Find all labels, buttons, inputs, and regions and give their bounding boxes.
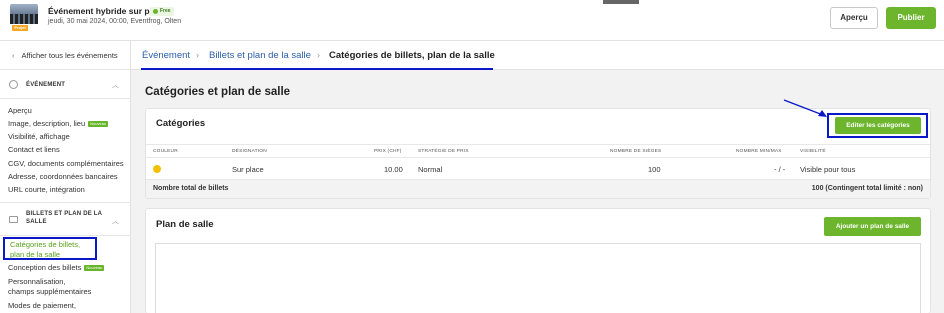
top-marker [603,0,639,4]
seating-plan-canvas[interactable] [155,243,921,313]
sidebar-item-visibility[interactable]: Visibilité, affichage [8,132,70,142]
sidebar-item-short-url[interactable]: URL courte, intégration [8,185,85,195]
event-title: Événement hybride sur place [48,6,167,16]
publish-button[interactable]: Publier [886,7,936,29]
back-to-events-link[interactable]: ‹ Afficher tous les événements [12,51,118,60]
free-badge: Free [150,7,174,16]
seating-plan-title: Plan de salle [156,219,214,230]
sidebar-item-ticket-categories[interactable]: Catégories de billets, plan de la salle [3,237,97,260]
category-seats: 100 [648,165,661,174]
sidebar-item-personalisation[interactable]: Personnalisation, champs supplémentaires [8,277,91,297]
annotation-arrow-icon [783,99,827,117]
edit-categories-button[interactable]: Editer les catégories [835,117,921,134]
col-color: COULEUR [153,149,178,154]
breadcrumb-event[interactable]: Événement [142,50,190,61]
ticket-icon [9,216,18,223]
section-tickets-header[interactable]: BILLETS ET PLAN DE LA SALLE ︿ [0,202,131,236]
event-thumbnail[interactable]: Projet [10,4,38,32]
categories-table-header: COULEUR DÉSIGNATION PRIX (CHF) STRATÉGIE… [146,144,930,158]
col-min-max: NOMBRE MIN/MAX [736,149,782,154]
col-price-strategy: STRATÉGIE DE PRIX [418,149,469,154]
categories-title: Catégories [156,118,206,129]
category-min-max: - / - [774,165,786,174]
sidebar-item-payment[interactable]: Modes de paiement, [8,301,76,311]
sidebar-item-overview[interactable]: Aperçu [8,106,32,116]
col-price: PRIX (CHF) [374,149,402,154]
category-designation: Sur place [232,165,264,174]
add-seating-plan-button[interactable]: Ajouter un plan de salle [824,217,921,236]
sidebar-item-image-description[interactable]: Image, description, lieu Nouveau [8,119,109,129]
sidebar-item-contact[interactable]: Contact et liens [8,145,60,155]
breadcrumb-tickets[interactable]: Billets et plan de la salle [209,50,311,61]
col-visibility: VISIBILITÉ [800,149,826,154]
breadcrumb-separator: › [317,50,320,60]
event-subtitle: jeudi, 30 mai 2024, 00:00, Eventfrog, Ol… [48,18,182,25]
total-label: Nombre total de billets [153,185,229,192]
category-strategy: Normal [418,165,443,174]
new-badge: Nouveau [84,265,105,272]
draft-badge: Projet [12,25,28,31]
col-seats: NOMBRE DE SIÈGES [610,149,662,154]
sidebar: ‹ Afficher tous les événements ÉVÉNEMENT … [0,41,131,313]
breadcrumb-highlight [141,68,493,70]
sidebar-item-ticket-design[interactable]: Conception des billets Nouveau [8,263,105,273]
info-circle-icon [9,80,18,89]
chevron-up-icon: ︿ [112,82,119,89]
col-designation: DÉSIGNATION [232,149,267,154]
category-price: 10.00 [384,165,403,174]
sidebar-item-terms[interactable]: CGV, documents complémentaires [8,159,124,169]
new-badge: Nouveau [88,121,109,128]
category-visibility: Visible pour tous [800,165,856,174]
chevron-up-icon: ︿ [112,218,119,225]
section-event-header[interactable]: ÉVÉNEMENT ︿ [0,69,131,99]
breadcrumb-separator: › [196,50,199,60]
sidebar-item-address-bank[interactable]: Adresse, coordonnées bancaires [8,172,118,182]
preview-button[interactable]: Aperçu [830,7,878,29]
breadcrumb: Événement › Billets et plan de la salle … [131,41,944,70]
total-value: 100 (Contingent total limité : non) [811,185,923,192]
page-title: Catégories et plan de salle [145,86,291,98]
breadcrumb-current: Catégories de billets, plan de la salle [329,50,495,61]
categories-total-row: Nombre total de billets 100 (Contingent … [146,179,930,198]
category-color-swatch [153,165,161,173]
chevron-left-icon: ‹ [12,51,15,60]
